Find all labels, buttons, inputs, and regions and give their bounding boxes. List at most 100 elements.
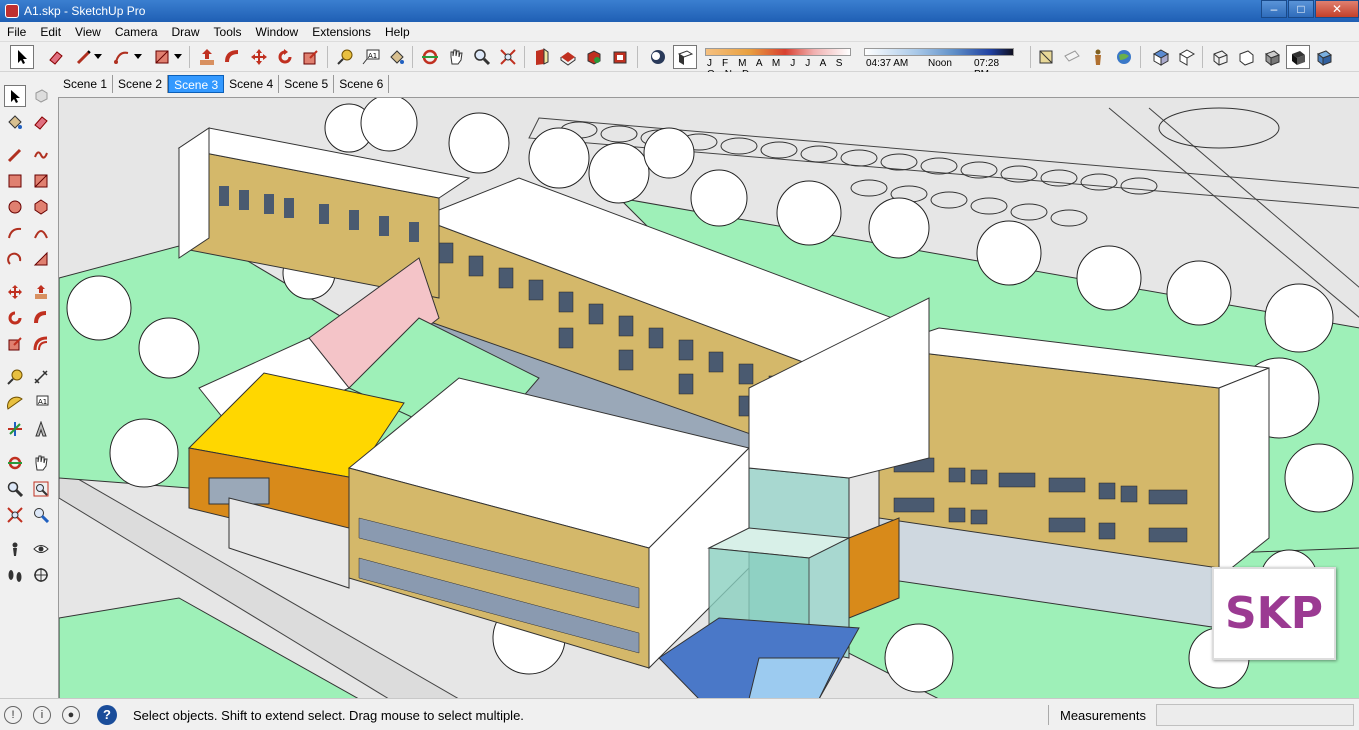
shape-dropdown-icon[interactable] [172, 45, 184, 69]
instructor-help-icon[interactable]: ? [97, 705, 117, 725]
measurements-input[interactable] [1156, 704, 1354, 726]
rotate-tool-icon[interactable] [273, 45, 297, 69]
user-account-icon[interactable]: ● [62, 706, 80, 724]
menu-file[interactable]: File [0, 25, 33, 39]
maximize-button[interactable]: □ [1288, 0, 1314, 18]
zoom-tool-icon[interactable] [470, 45, 494, 69]
axes-tool-icon[interactable] [4, 418, 26, 440]
tab-scene-6[interactable]: Scene 6 [334, 75, 390, 93]
geo-location-icon[interactable] [1112, 45, 1136, 69]
line-tool-icon[interactable] [4, 144, 26, 166]
zoom-extents-tool-icon[interactable] [4, 504, 26, 526]
wireframe-style-icon[interactable] [1208, 45, 1232, 69]
menu-bar: File Edit View Camera Draw Tools Window … [0, 22, 1359, 42]
window-title: A1.skp - SketchUp Pro [24, 4, 146, 18]
zoom-window-tool-icon[interactable] [30, 478, 52, 500]
two-point-arc-tool-icon[interactable] [30, 222, 52, 244]
menu-view[interactable]: View [68, 25, 108, 39]
push-pull-tool-icon[interactable] [195, 45, 219, 69]
walk-tool-icon[interactable] [4, 564, 26, 586]
extension-warehouse-icon[interactable] [608, 45, 632, 69]
move-tool-icon[interactable] [4, 281, 26, 303]
tape-measure-tool-icon[interactable] [333, 45, 357, 69]
section-plane-tool-icon[interactable] [30, 564, 52, 586]
shaded-style-icon[interactable] [1260, 45, 1284, 69]
scale-tool-icon[interactable] [4, 333, 26, 355]
move-tool-icon[interactable] [247, 45, 271, 69]
rectangle-tool-icon[interactable] [4, 170, 26, 192]
3d-text-tool-icon[interactable] [30, 418, 52, 440]
geo-location-status-icon[interactable]: ! [4, 706, 22, 724]
iso-view-icon[interactable] [1149, 45, 1173, 69]
menu-draw[interactable]: Draw [165, 25, 207, 39]
text-tool-icon[interactable]: A1 [359, 45, 383, 69]
shaded-textures-style-icon[interactable] [1286, 45, 1310, 69]
protractor-tool-icon[interactable] [4, 392, 26, 414]
rotate-tool-icon[interactable] [4, 307, 26, 329]
tab-scene-5[interactable]: Scene 5 [279, 75, 335, 93]
previous-view-tool-icon[interactable] [30, 504, 52, 526]
scale-tool-icon[interactable] [299, 45, 323, 69]
tab-scene-3[interactable]: Scene 3 [168, 75, 225, 93]
arc-tool-icon[interactable] [4, 222, 26, 244]
select-tool-icon[interactable] [10, 45, 34, 69]
model-viewport[interactable]: SKP [58, 97, 1359, 698]
share-model-icon[interactable] [556, 45, 580, 69]
push-pull-tool-icon[interactable] [30, 281, 52, 303]
circle-tool-icon[interactable] [4, 196, 26, 218]
tape-measure-tool-icon[interactable] [4, 366, 26, 388]
get-models-icon[interactable] [582, 45, 606, 69]
rotated-rectangle-tool-icon[interactable] [30, 170, 52, 192]
line-dropdown-icon[interactable] [92, 45, 104, 69]
dimension-tool-icon[interactable] [30, 366, 52, 388]
paint-bucket-tool-icon[interactable] [4, 111, 26, 133]
three-point-arc-tool-icon[interactable] [4, 248, 26, 270]
credits-info-icon[interactable]: i [33, 706, 51, 724]
text-tool-icon[interactable]: A1 [30, 392, 52, 414]
3d-warehouse-icon[interactable] [530, 45, 554, 69]
arc-tool-icon[interactable] [110, 45, 134, 69]
tab-scene-4[interactable]: Scene 4 [224, 75, 280, 93]
follow-me-tool-icon[interactable] [221, 45, 245, 69]
menu-camera[interactable]: Camera [108, 25, 165, 39]
freehand-tool-icon[interactable] [30, 144, 52, 166]
zoom-tool-icon[interactable] [4, 478, 26, 500]
look-around-tool-icon[interactable] [30, 538, 52, 560]
follow-me-tool-icon[interactable] [30, 307, 52, 329]
x-ray-face-style-icon[interactable] [1034, 45, 1058, 69]
hidden-line-style-icon[interactable] [1234, 45, 1258, 69]
rectangle-tool-icon[interactable] [150, 45, 174, 69]
menu-edit[interactable]: Edit [33, 25, 68, 39]
shadow-settings-icon[interactable] [673, 45, 697, 69]
orbit-tool-icon[interactable] [418, 45, 442, 69]
arc-dropdown-icon[interactable] [132, 45, 144, 69]
tab-scene-2[interactable]: Scene 2 [113, 75, 169, 93]
pie-tool-icon[interactable] [30, 248, 52, 270]
menu-extensions[interactable]: Extensions [305, 25, 378, 39]
eraser-tool-icon[interactable] [30, 111, 52, 133]
close-button[interactable]: ✕ [1315, 0, 1359, 18]
menu-help[interactable]: Help [378, 25, 417, 39]
display-shadows-icon[interactable] [646, 45, 670, 69]
make-component-tool-icon[interactable] [30, 85, 52, 107]
minimize-button[interactable]: – [1261, 0, 1287, 18]
pan-tool-icon[interactable] [30, 452, 52, 474]
select-tool-icon[interactable] [4, 85, 26, 107]
position-camera-tool-icon[interactable] [4, 538, 26, 560]
menu-tools[interactable]: Tools [207, 25, 249, 39]
zoom-extents-tool-icon[interactable] [496, 45, 520, 69]
person-figure-icon[interactable] [1086, 45, 1110, 69]
top-view-icon[interactable] [1175, 45, 1199, 69]
shadow-time-slider[interactable]: 04:37 AM Noon 07:28 PM [864, 45, 1016, 80]
back-edges-style-icon[interactable] [1060, 45, 1084, 69]
paint-bucket-tool-icon[interactable] [385, 45, 409, 69]
monochrome-style-icon[interactable] [1312, 45, 1336, 69]
tab-scene-1[interactable]: Scene 1 [58, 75, 114, 93]
eraser-tool-icon[interactable] [44, 45, 68, 69]
polygon-tool-icon[interactable] [30, 196, 52, 218]
offset-tool-icon[interactable] [30, 333, 52, 355]
menu-window[interactable]: Window [249, 25, 306, 39]
orbit-tool-icon[interactable] [4, 452, 26, 474]
pan-tool-icon[interactable] [444, 45, 468, 69]
shadow-date-slider[interactable]: J F M A M J J A S O N D [705, 45, 853, 80]
